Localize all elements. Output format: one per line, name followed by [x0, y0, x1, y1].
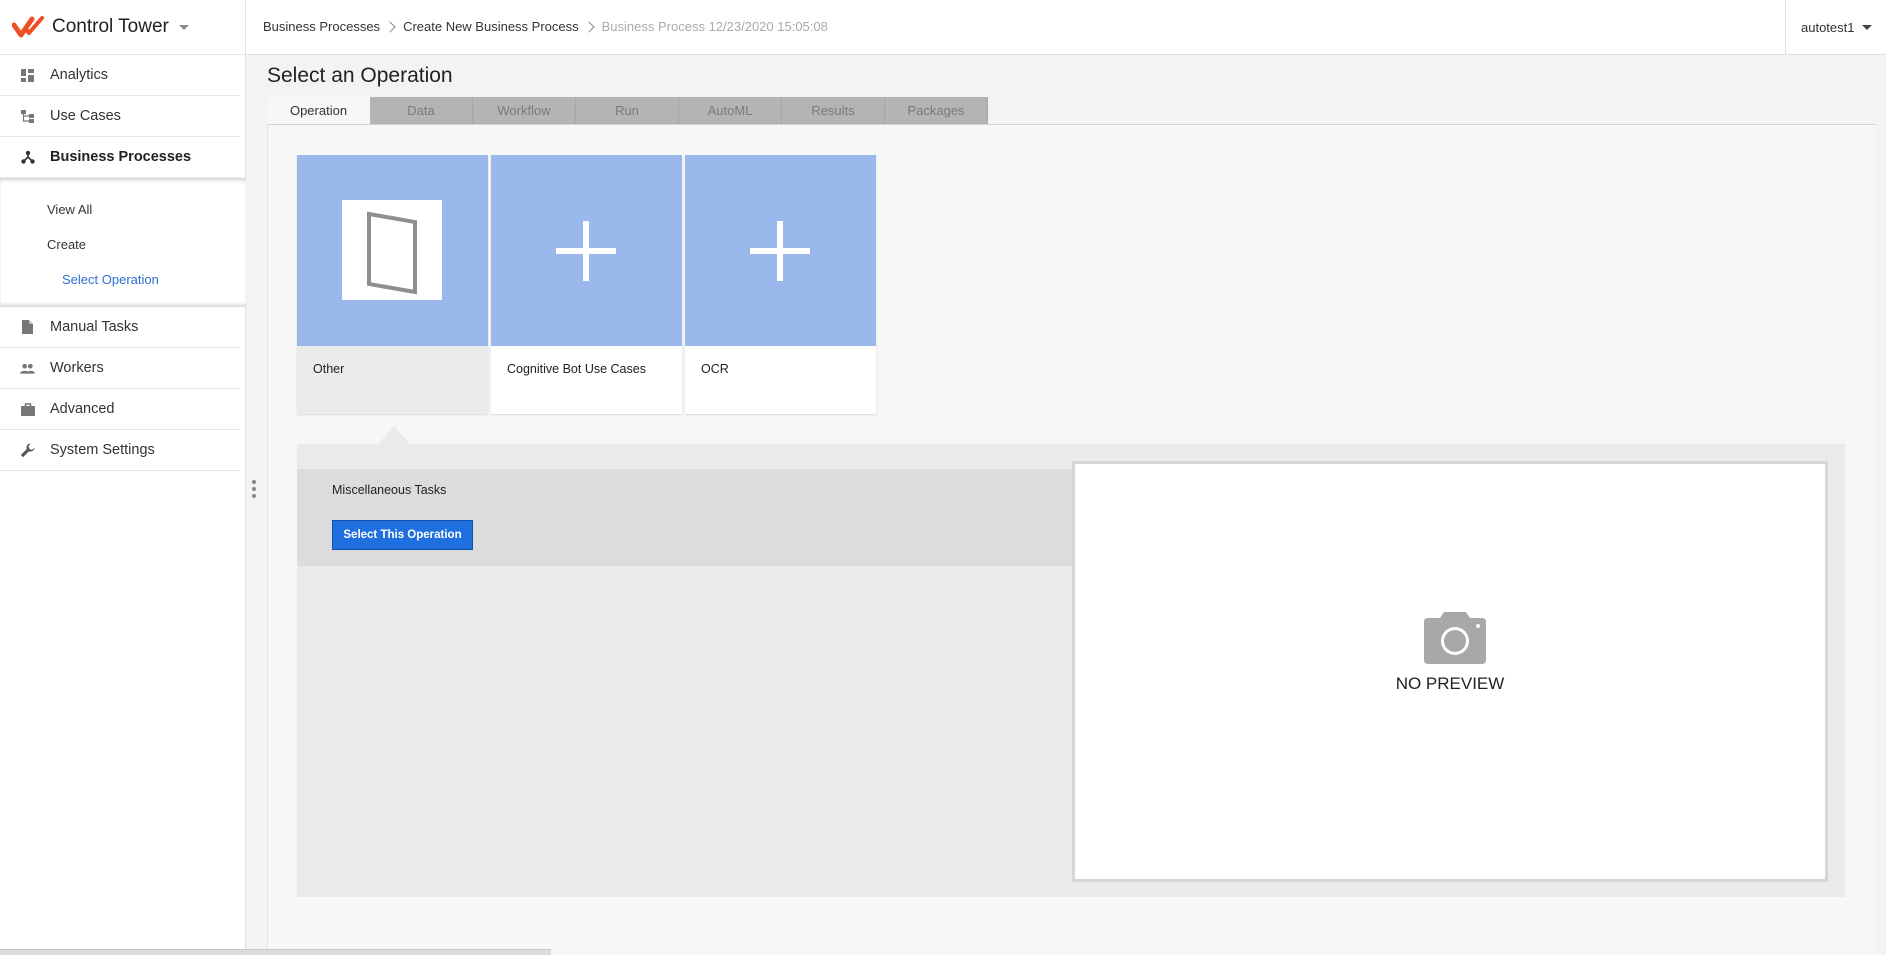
breadcrumb-item[interactable]: Business Processes	[263, 19, 380, 34]
tab-packages[interactable]: Packages	[885, 97, 988, 124]
app-title: Control Tower	[52, 16, 169, 37]
sidebar-item-label: System Settings	[50, 442, 155, 458]
tab-workflow[interactable]: Workflow	[473, 97, 576, 124]
tab-automl[interactable]: AutoML	[679, 97, 782, 124]
operation-detail: Miscellaneous Tasks Select This Operatio…	[297, 444, 1845, 897]
sidebar-item-label: Analytics	[50, 67, 109, 83]
document-icon	[342, 200, 442, 300]
operation-card-other[interactable]: Other	[297, 155, 488, 414]
logo-icon	[12, 16, 44, 38]
breadcrumb-current: Business Process 12/23/2020 15:05:08	[601, 19, 828, 34]
app-switcher[interactable]: Control Tower	[0, 0, 245, 55]
tab-operation[interactable]: Operation	[267, 97, 370, 124]
preview-pane: NO PREVIEW	[1072, 461, 1828, 882]
chevron-right-icon	[582, 20, 595, 33]
status-bar	[0, 949, 551, 955]
camera-icon	[1424, 612, 1486, 664]
document-icon	[20, 320, 35, 335]
people-icon	[20, 361, 35, 376]
sidebar-item-workers[interactable]: Workers	[0, 348, 241, 389]
sidebar-item-manual-tasks[interactable]: Manual Tasks	[0, 307, 241, 348]
breadcrumb-item[interactable]: Create New Business Process	[403, 19, 579, 34]
no-preview-label: NO PREVIEW	[1395, 674, 1505, 693]
network-icon	[20, 150, 35, 165]
card-label: OCR	[701, 362, 729, 376]
chevron-down-icon	[1861, 24, 1872, 30]
top-bar: Business Processes Create New Business P…	[246, 0, 1886, 55]
sidebar-resize-handle[interactable]	[252, 480, 258, 502]
card-thumbnail	[491, 155, 682, 346]
user-menu[interactable]: autotest1	[1785, 0, 1886, 54]
sidebar-subitem-select-operation[interactable]: Select Operation	[0, 262, 246, 297]
sidebar-item-label: Workers	[50, 360, 104, 376]
briefcase-icon	[20, 402, 35, 417]
chevron-right-icon	[384, 20, 396, 33]
user-name: autotest1	[1801, 19, 1855, 35]
page-title: Select an Operation	[267, 64, 453, 87]
sidebar-item-label: Manual Tasks	[50, 319, 139, 335]
breadcrumb: Business Processes Create New Business P…	[263, 19, 828, 34]
sidebar-subnav: View All Create Select Operation	[0, 178, 246, 307]
sidebar: Control Tower Analytics Use Cases Busine…	[0, 0, 246, 955]
hierarchy-icon	[20, 109, 35, 124]
detail-title: Miscellaneous Tasks	[332, 483, 447, 497]
sidebar-item-advanced[interactable]: Advanced	[0, 389, 241, 430]
tab-run[interactable]: Run	[576, 97, 679, 124]
card-label: Other	[313, 362, 345, 376]
select-operation-button[interactable]: Select This Operation	[332, 520, 473, 550]
tab-results[interactable]: Results	[782, 97, 885, 124]
sidebar-item-business-processes[interactable]: Business Processes	[0, 137, 241, 178]
sidebar-subitem-create[interactable]: Create	[0, 227, 246, 262]
sidebar-item-label: Advanced	[50, 401, 115, 417]
tab-data[interactable]: Data	[370, 97, 473, 124]
operation-card-cognitive-bot-use-cases[interactable]: Cognitive Bot Use Cases	[491, 155, 682, 414]
card-thumbnail	[685, 155, 876, 346]
wrench-icon	[20, 443, 35, 458]
sidebar-item-system-settings[interactable]: System Settings	[0, 430, 241, 471]
chevron-down-icon[interactable]	[178, 24, 189, 30]
sidebar-item-label: Business Processes	[50, 149, 192, 165]
detail-header: Miscellaneous Tasks Select This Operatio…	[297, 469, 1073, 566]
sidebar-item-label: Use Cases	[50, 108, 121, 124]
sidebar-item-use-cases[interactable]: Use Cases	[0, 96, 241, 137]
selection-pointer	[378, 426, 410, 444]
operation-card-ocr[interactable]: OCR	[685, 155, 876, 414]
tab-bar: Operation Data Workflow Run AutoML Resul…	[267, 97, 988, 124]
sidebar-item-analytics[interactable]: Analytics	[0, 55, 241, 96]
card-label: Cognitive Bot Use Cases	[507, 362, 646, 376]
sidebar-subitem-view-all[interactable]: View All	[0, 192, 246, 227]
dashboard-icon	[20, 68, 35, 83]
card-thumbnail	[297, 155, 488, 346]
